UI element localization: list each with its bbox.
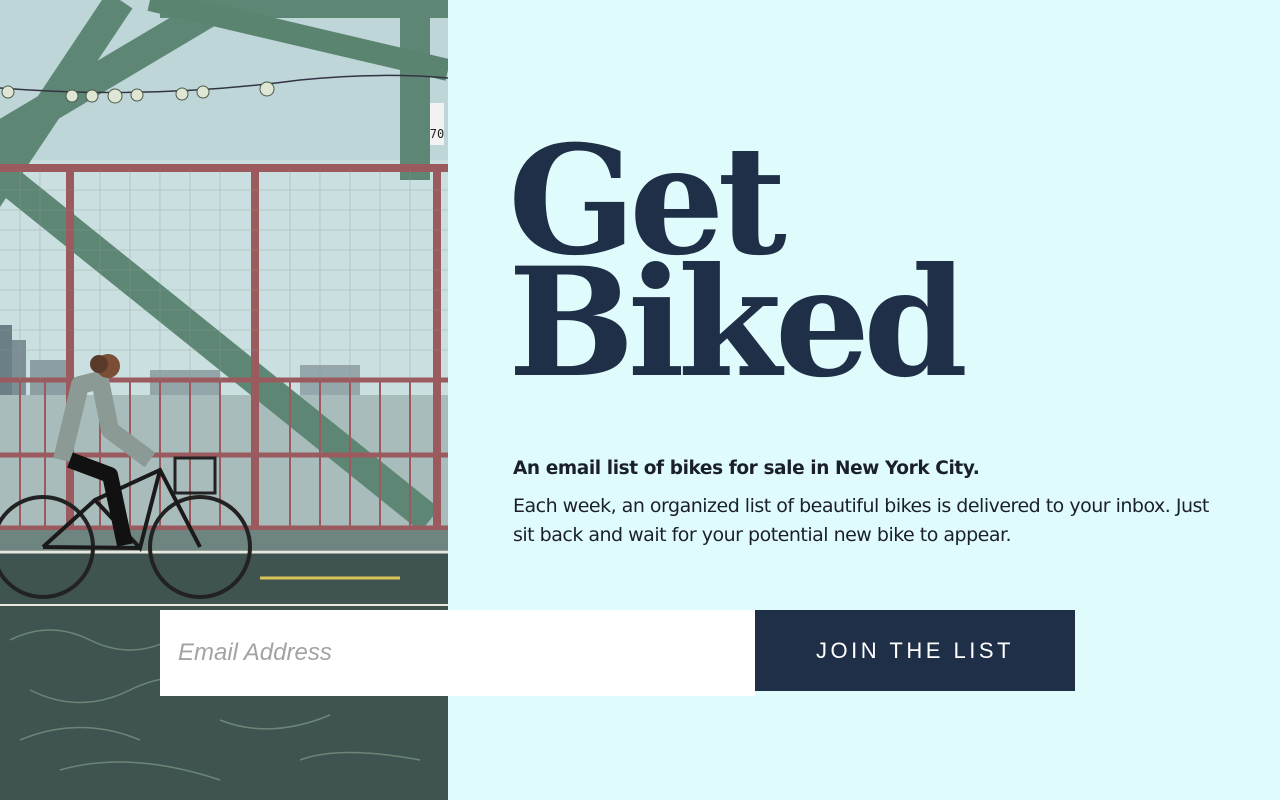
sign-number: 70 (430, 127, 444, 141)
headline: Get Biked (508, 126, 968, 411)
tagline: An email list of bikes for sale in New Y… (513, 458, 980, 479)
join-list-button[interactable]: JOIN THE LIST (755, 610, 1075, 691)
description: Each week, an organized list of beautifu… (513, 495, 1209, 546)
email-input[interactable] (160, 610, 755, 696)
headline-line-2: Biked (508, 235, 968, 411)
